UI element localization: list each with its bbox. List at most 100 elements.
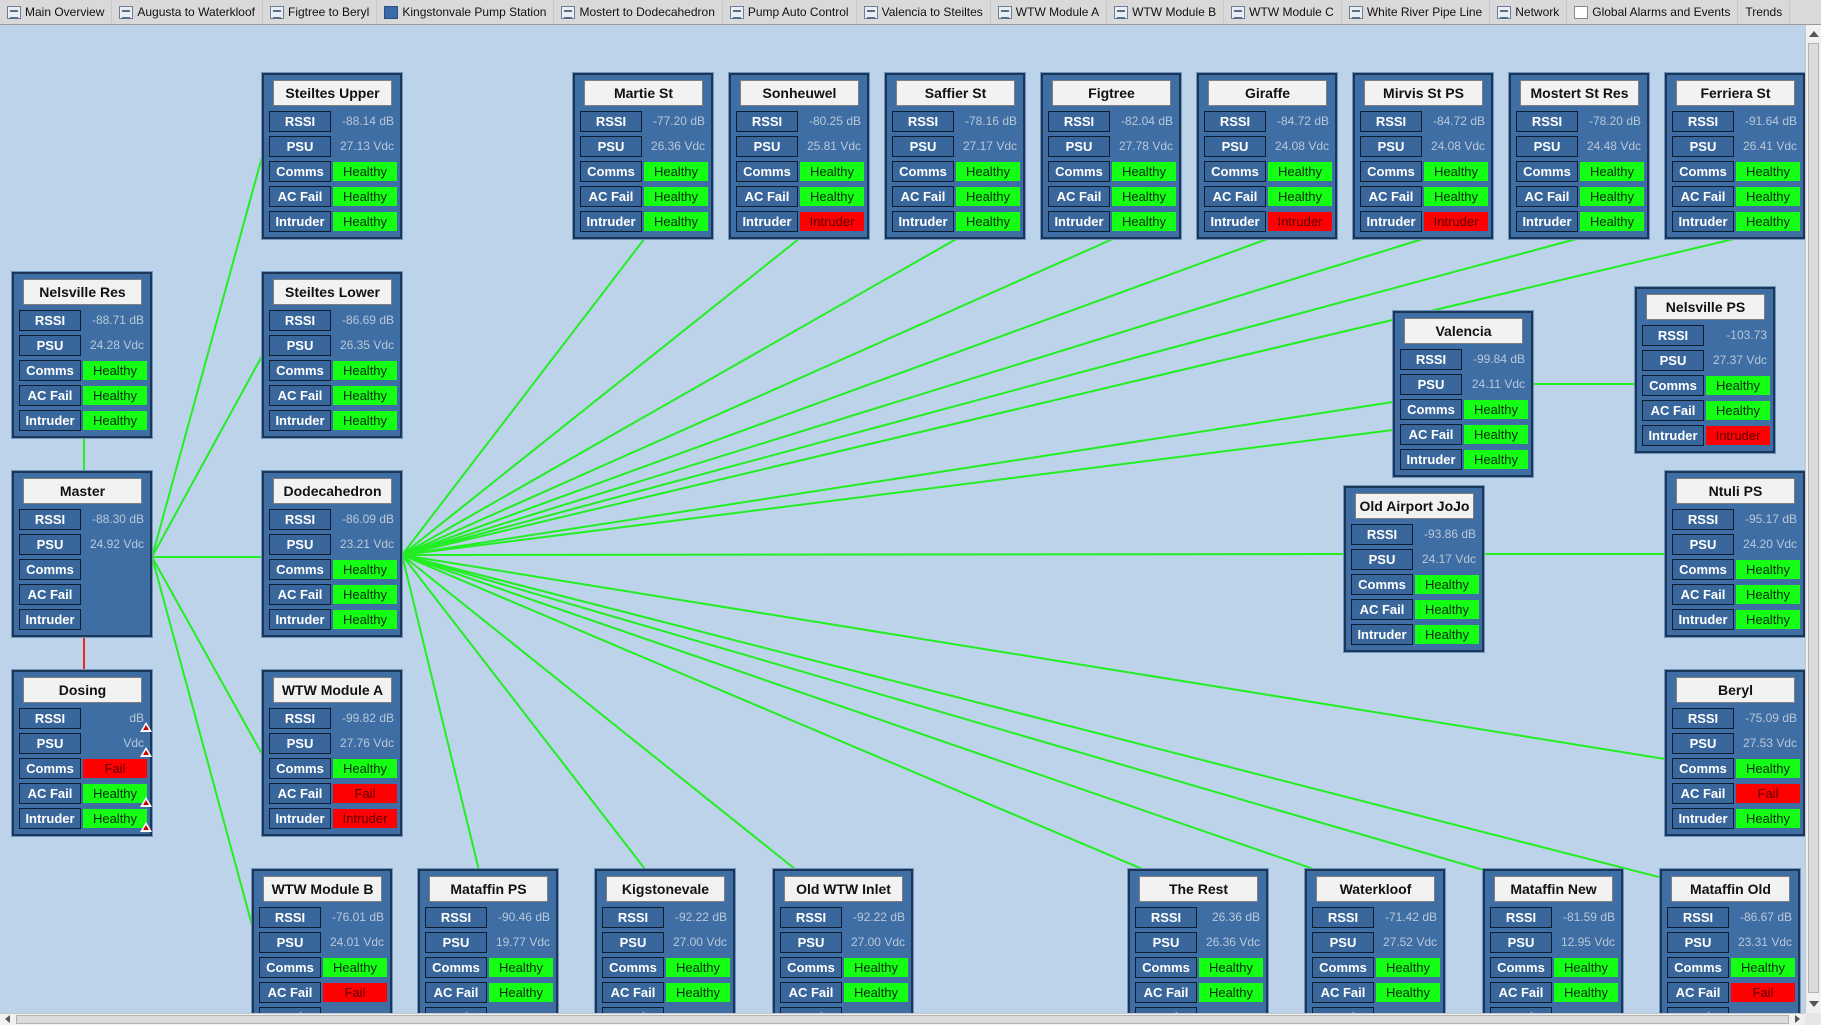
row-intruder: Intruder Healthy	[1672, 609, 1802, 631]
psu-value: 26.36 Vdc	[650, 139, 705, 153]
tab-label: Pump Auto Control	[747, 5, 849, 19]
tab-valencia-to-steiltes[interactable]: Valencia to Steiltes	[857, 0, 991, 24]
horizontal-scrollbar[interactable]	[0, 1013, 1805, 1025]
row-rssi: RSSI -86.09 dB	[269, 509, 399, 531]
scroll-right-icon[interactable]	[1795, 1015, 1800, 1023]
station-title[interactable]: Martie St	[584, 80, 703, 106]
comms-status: Healthy	[333, 361, 397, 380]
station-title[interactable]: Mataffin PS	[429, 876, 548, 902]
tab-trends[interactable]: Trends	[1738, 0, 1791, 24]
link-line	[151, 556, 253, 926]
tab-network[interactable]: Network	[1490, 0, 1568, 24]
row-rssi: RSSI -88.14 dB	[269, 111, 399, 133]
link-line	[401, 237, 1271, 556]
station-title[interactable]: Master	[23, 478, 142, 504]
acfail-status: Healthy	[1268, 187, 1332, 206]
station-title[interactable]: Mirvis St PS	[1364, 80, 1483, 106]
tab-wtw-module-a[interactable]: WTW Module A	[991, 0, 1108, 24]
acfail-status: Fail	[323, 983, 387, 1002]
row-acfail: AC Fail Fail	[269, 783, 399, 805]
psu-value: 26.36 Vdc	[1205, 935, 1260, 949]
acfail-status: Healthy	[1736, 585, 1800, 604]
station-title[interactable]: Mostert St Res	[1520, 80, 1639, 106]
station-panel-nelsville-res: Nelsville Res RSSI -88.71 dB PSU 24.28 Vdc Co…	[11, 271, 153, 439]
station-title[interactable]: Nelsville Res	[23, 279, 142, 305]
row-label: PSU	[1672, 534, 1734, 555]
row-acfail: AC Fail	[19, 584, 149, 606]
station-title[interactable]: Old Airport JoJo	[1355, 493, 1474, 519]
row-label: RSSI	[1667, 907, 1729, 928]
station-title[interactable]: WTW Module A	[273, 677, 392, 703]
tab-wtw-module-b[interactable]: WTW Module B	[1107, 0, 1225, 24]
station-title[interactable]: Ntuli PS	[1676, 478, 1795, 504]
psu-value: 27.76 Vdc	[339, 736, 394, 750]
station-title[interactable]: Beryl	[1676, 677, 1795, 703]
row-comms: Comms Healthy	[1672, 559, 1802, 581]
scroll-up-icon[interactable]	[1809, 31, 1819, 37]
row-label: Comms	[1048, 161, 1110, 182]
station-title[interactable]: Dosing	[23, 677, 142, 703]
row-label: PSU	[602, 932, 664, 953]
station-panel-steiltes-lower: Steiltes Lower RSSI -86.69 dB PSU 26.35 Vdc C…	[261, 271, 403, 439]
scroll-left-icon[interactable]	[5, 1015, 10, 1023]
psu-value: 19.77 Vdc	[495, 935, 550, 949]
station-title[interactable]: Figtree	[1052, 80, 1171, 106]
station-title[interactable]: Saffier St	[896, 80, 1015, 106]
psu-value: 27.52 Vdc	[1382, 935, 1437, 949]
link-line	[401, 237, 646, 556]
tab-pump-auto-control[interactable]: Pump Auto Control	[723, 0, 857, 24]
psu-value: 27.00 Vdc	[850, 935, 905, 949]
station-title[interactable]: Giraffe	[1208, 80, 1327, 106]
station-title[interactable]: Steiltes Lower	[273, 279, 392, 305]
station-title[interactable]: Valencia	[1404, 318, 1523, 344]
tab-label: Network	[1515, 5, 1560, 19]
comms-status: Healthy	[800, 162, 864, 181]
intruder-status: Intruder	[1424, 212, 1488, 231]
row-rssi: RSSI -92.22 dB	[602, 907, 732, 929]
station-title[interactable]: Mataffin New	[1494, 876, 1613, 902]
row-psu: PSU 19.77 Vdc	[425, 932, 555, 954]
vertical-scroll-thumb[interactable]	[1808, 43, 1819, 993]
station-title[interactable]: Waterkloof	[1316, 876, 1435, 902]
scroll-down-icon[interactable]	[1809, 1001, 1819, 1007]
tab-global-alarms-and-events[interactable]: Global Alarms and Events	[1567, 0, 1739, 24]
tab-wtw-module-c[interactable]: WTW Module C	[1224, 0, 1342, 24]
station-title[interactable]: WTW Module B	[263, 876, 382, 902]
station-panel-kigstonevale: Kigstonevale RSSI -92.22 dB PSU 27.00 Vdc Com…	[594, 868, 736, 1013]
row-comms: Comms Healthy	[580, 161, 710, 183]
row-rssi: RSSI -82.04 dB	[1048, 111, 1178, 133]
tab-figtree-to-beryl[interactable]: Figtree to Beryl	[263, 0, 378, 24]
rssi-value: -84.72 dB	[1276, 114, 1329, 128]
station-title[interactable]: Steiltes Upper	[273, 80, 392, 106]
row-label: Intruder	[1360, 211, 1422, 232]
psu-value: 27.00 Vdc	[672, 935, 727, 949]
vertical-scrollbar[interactable]	[1805, 25, 1821, 1013]
tab-augusta-to-waterkloof[interactable]: Augusta to Waterkloof	[112, 0, 263, 24]
tab-mostert-to-dodecahedron[interactable]: Mostert to Dodecahedron	[554, 0, 723, 24]
station-title[interactable]: Kigstonevale	[606, 876, 725, 902]
station-title[interactable]: Sonheuwel	[740, 80, 859, 106]
row-comms: Comms Healthy	[1360, 161, 1490, 183]
row-label: Comms	[1672, 758, 1734, 779]
station-title[interactable]: Mataffin Old	[1671, 876, 1790, 902]
acfail-status: Fail	[333, 784, 397, 803]
station-title[interactable]: The Rest	[1139, 876, 1258, 902]
station-title[interactable]: Old WTW Inlet	[784, 876, 903, 902]
station-title[interactable]: Nelsville PS	[1646, 294, 1765, 320]
horizontal-scroll-thumb[interactable]	[16, 1015, 1789, 1024]
row-label: Comms	[1400, 399, 1462, 420]
acfail-status: Healthy	[83, 386, 147, 405]
tab-kingstonvale-pump-station[interactable]: Kingstonvale Pump Station	[377, 0, 555, 24]
row-label: PSU	[1400, 374, 1462, 395]
intruder-status: Intruder	[800, 212, 864, 231]
row-acfail: AC Fail Healthy	[1312, 982, 1442, 1004]
row-psu: PSU 24.08 Vdc	[1360, 136, 1490, 158]
tab-main-overview[interactable]: Main Overview	[0, 0, 113, 24]
row-label: Intruder	[1351, 624, 1413, 645]
station-panel-wtw-module-a: WTW Module A RSSI -99.82 dB PSU 27.76 Vdc Com…	[261, 669, 403, 837]
station-title[interactable]: Dodecahedron	[273, 478, 392, 504]
row-rssi: RSSI dB	[19, 708, 152, 732]
tab-white-river-pipe-line[interactable]: White River Pipe Line	[1342, 0, 1491, 24]
link-line	[401, 554, 486, 896]
station-title[interactable]: Ferriera St	[1676, 80, 1795, 106]
